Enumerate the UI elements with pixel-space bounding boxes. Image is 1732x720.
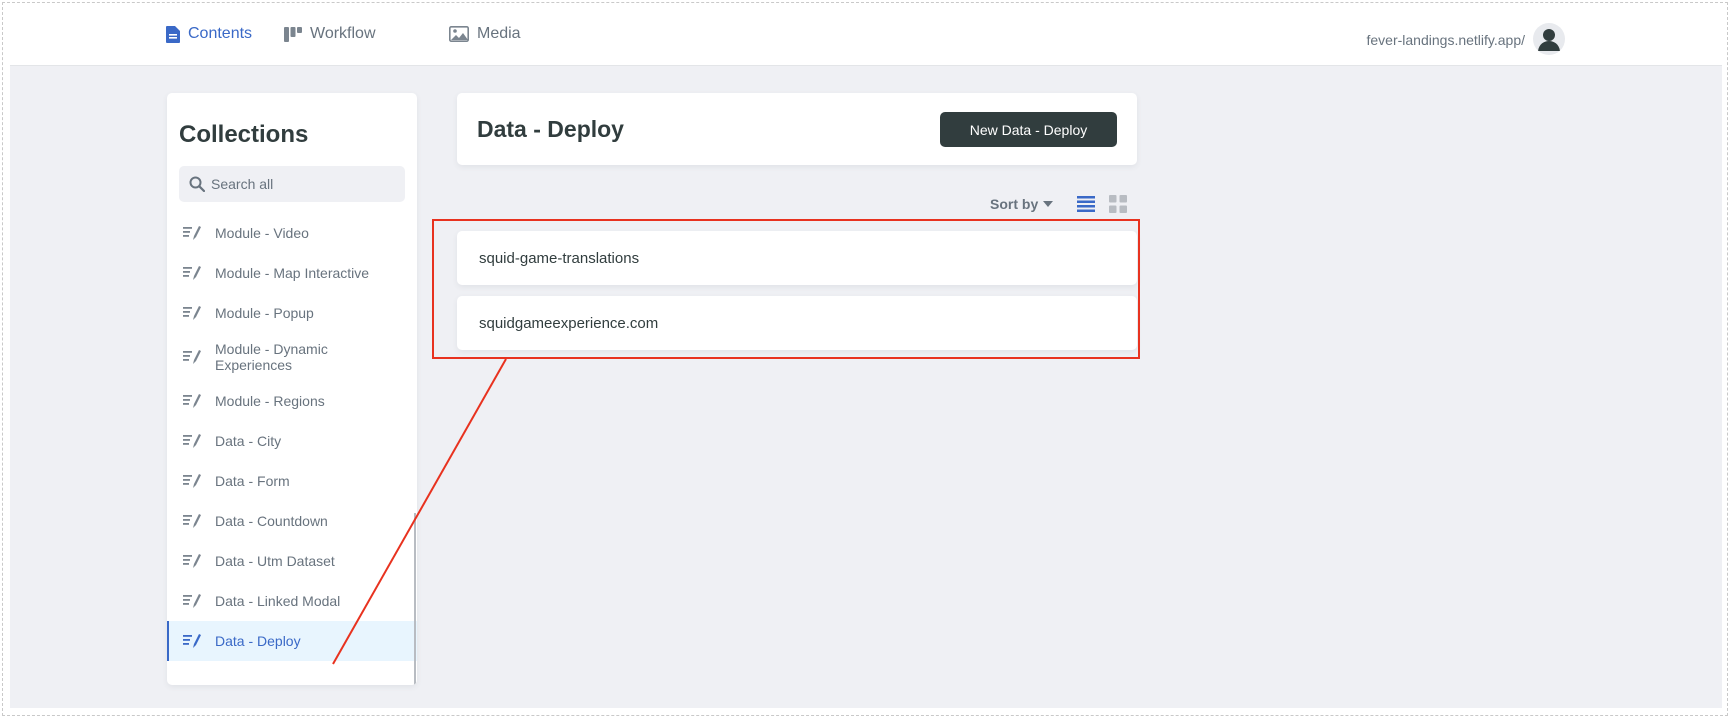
sidebar-item-label: Data - City bbox=[215, 433, 282, 449]
sidebar-item-label: Data - Countdown bbox=[215, 513, 328, 529]
sidebar-scrollbar[interactable] bbox=[414, 513, 416, 685]
sidebar-item-label: Data - Utm Dataset bbox=[215, 553, 335, 569]
sidebar-item-data-form[interactable]: Data - Form bbox=[167, 461, 417, 501]
nav-contents-link[interactable]: Contents bbox=[166, 3, 252, 65]
search-icon bbox=[189, 176, 205, 192]
user-avatar-icon[interactable] bbox=[1533, 23, 1565, 55]
write-collection-icon bbox=[183, 553, 203, 569]
entry-card[interactable]: squid-game-translations bbox=[457, 231, 1137, 285]
write-collection-icon bbox=[183, 593, 203, 609]
write-collection-icon bbox=[183, 393, 203, 409]
view-toolbar: Sort by bbox=[990, 192, 1128, 216]
entry-title: squidgameexperience.com bbox=[479, 314, 659, 332]
sidebar-item-module-video[interactable]: Module - Video bbox=[167, 213, 417, 253]
sidebar-item-module-map-interactive[interactable]: Module - Map Interactive bbox=[167, 253, 417, 293]
sidebar-item-data-deploy[interactable]: Data - Deploy bbox=[167, 621, 417, 661]
write-collection-icon bbox=[183, 349, 203, 365]
nav-workflow-label: Workflow bbox=[310, 25, 376, 42]
nav-media-label: Media bbox=[477, 25, 521, 42]
sidebar-item-label: Module - Regions bbox=[215, 393, 325, 409]
write-collection-icon bbox=[183, 225, 203, 241]
sidebar-title: Collections bbox=[179, 121, 309, 148]
sidebar-item-data-utm-dataset[interactable]: Data - Utm Dataset bbox=[167, 541, 417, 581]
sort-label: Sort by bbox=[990, 196, 1039, 212]
grid-view-icon[interactable] bbox=[1109, 195, 1128, 213]
workflow-columns-icon bbox=[284, 26, 302, 42]
search-input[interactable] bbox=[209, 175, 393, 193]
entry-card[interactable]: squidgameexperience.com bbox=[457, 296, 1137, 350]
write-collection-icon bbox=[183, 513, 203, 529]
write-collection-icon bbox=[183, 633, 203, 649]
sort-dropdown[interactable]: Sort by bbox=[990, 196, 1054, 212]
sidebar-item-module-dynamic-experiences[interactable]: Module - Dynamic Experiences bbox=[167, 333, 417, 381]
nav-contents-label: Contents bbox=[188, 25, 253, 42]
sidebar-item-label: Data - Deploy bbox=[215, 633, 301, 649]
caret-down-icon bbox=[1043, 201, 1054, 207]
list-view-icon[interactable] bbox=[1077, 196, 1096, 212]
sidebar-item-module-regions[interactable]: Module - Regions bbox=[167, 381, 417, 421]
sidebar-item-data-linked-modal[interactable]: Data - Linked Modal bbox=[167, 581, 417, 621]
sidebar-item-label: Data - Form bbox=[215, 473, 290, 489]
nav-media-link[interactable]: Media bbox=[449, 3, 521, 65]
collection-title: Data - Deploy bbox=[477, 116, 624, 142]
search-box[interactable] bbox=[179, 166, 405, 202]
write-collection-icon bbox=[183, 473, 203, 489]
sidebar-item-label: Module - Popup bbox=[215, 305, 314, 321]
new-entry-button[interactable]: New Data - Deploy bbox=[940, 112, 1117, 147]
collection-list: Module - Video Module - Map Interactive … bbox=[167, 213, 417, 661]
write-collection-icon bbox=[183, 433, 203, 449]
sidebar-item-label: Data - Linked Modal bbox=[215, 593, 341, 609]
document-icon bbox=[166, 25, 180, 43]
workspace: Collections Module - Video Module - Map … bbox=[10, 66, 1722, 708]
collection-header: Data - Deploy New Data - Deploy bbox=[457, 93, 1137, 165]
sidebar-item-label: Module - Dynamic Experiences bbox=[215, 341, 328, 373]
site-url-link[interactable]: fever-landings.netlify.app/ bbox=[1367, 32, 1526, 48]
collections-sidebar: Collections Module - Video Module - Map … bbox=[167, 93, 417, 685]
nav-workflow-link[interactable]: Workflow bbox=[284, 3, 376, 65]
sidebar-item-module-popup[interactable]: Module - Popup bbox=[167, 293, 417, 333]
top-navigation-bar: Contents Workflow Media fever-landings.n… bbox=[10, 3, 1722, 66]
sidebar-item-label: Module - Map Interactive bbox=[215, 265, 370, 281]
entry-title: squid-game-translations bbox=[479, 249, 640, 267]
sidebar-item-data-city[interactable]: Data - City bbox=[167, 421, 417, 461]
sidebar-item-label: Module - Video bbox=[215, 225, 309, 241]
image-icon bbox=[449, 26, 469, 42]
write-collection-icon bbox=[183, 305, 203, 321]
sidebar-item-data-countdown[interactable]: Data - Countdown bbox=[167, 501, 417, 541]
write-collection-icon bbox=[183, 265, 203, 281]
